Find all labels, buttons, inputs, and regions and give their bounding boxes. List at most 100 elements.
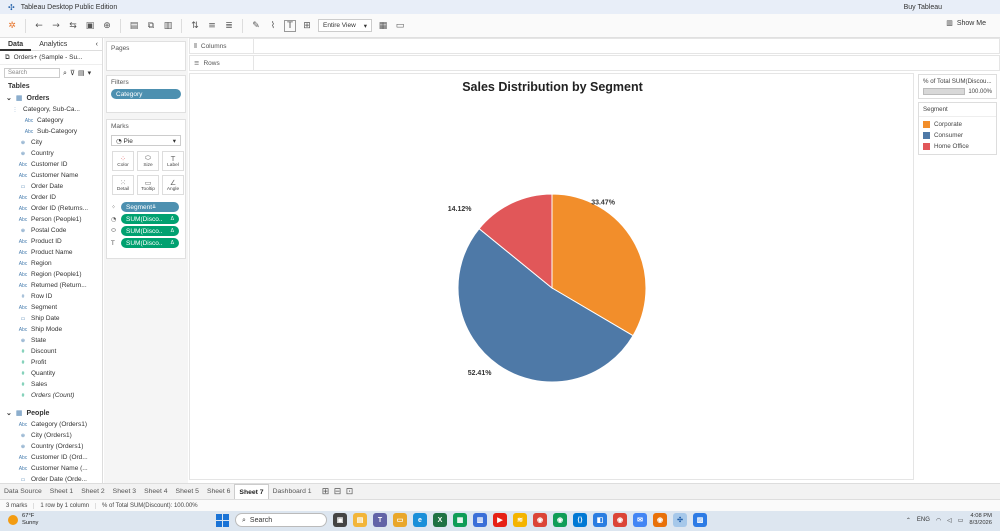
show-labels-icon[interactable]: T (284, 19, 296, 32)
highlight-icon[interactable]: ✎ (250, 20, 262, 32)
field-item[interactable]: Abc Segment (0, 302, 102, 313)
label-button[interactable]: T Label (162, 151, 184, 171)
sort-asc-icon[interactable]: ≡ (206, 20, 218, 32)
filter-fields-icon[interactable]: ⊽ (70, 69, 75, 77)
new-worksheet-icon[interactable]: ▤ (128, 20, 140, 32)
field-item[interactable]: Abc Region (0, 258, 102, 269)
field-item[interactable]: Abc Customer Name (... (0, 463, 102, 474)
save-icon[interactable]: ▣ (84, 20, 96, 32)
legend-item[interactable]: Corporate (919, 119, 996, 130)
angle-button[interactable]: ∠ Angle (162, 175, 184, 195)
field-item[interactable]: Abc Customer ID (Ord... (0, 452, 102, 463)
file-explorer-icon[interactable]: ▤ (353, 513, 367, 527)
field-item[interactable]: ▭ Order Date (0, 181, 102, 192)
mark-type-select[interactable]: ◔ Pie ▾ (111, 135, 181, 146)
tray-chevron-icon[interactable]: ⌃ (906, 517, 911, 524)
folder-icon[interactable]: ▭ (393, 513, 407, 527)
tab-analytics[interactable]: Analytics (31, 38, 75, 51)
field-item[interactable]: ⊕ Country (0, 148, 102, 159)
field-item[interactable]: ⊕ City (0, 137, 102, 148)
sheet-tab[interactable]: Sheet 6 (203, 484, 234, 500)
youtube-icon[interactable]: ▶ (493, 513, 507, 527)
duplicate-sheet-icon[interactable]: ⧉ (145, 20, 157, 32)
field-item[interactable]: Abc Order ID (Returns... (0, 203, 102, 214)
undo-icon[interactable]: ← (33, 20, 45, 32)
presentation-icon[interactable]: ▭ (394, 20, 406, 32)
clock[interactable]: 4:08 PM 8/3/2026 (969, 513, 992, 527)
field-item[interactable]: Abc Category (Orders1) (0, 419, 102, 430)
sheet-tab[interactable]: Sheet 3 (109, 484, 140, 500)
sheet-tab[interactable]: Sheet 7 (234, 483, 269, 500)
mark-field-pill[interactable]: SUM(Disco.. Δ (121, 214, 179, 224)
sheet-tab[interactable]: Sheet 1 (46, 484, 77, 500)
chrome-profile-icon[interactable]: ◉ (553, 513, 567, 527)
tab-data-source[interactable]: Data Source (0, 484, 46, 500)
buy-tableau-link[interactable]: Buy Tableau (904, 4, 942, 11)
clear-sheet-icon[interactable]: ▥ (162, 20, 174, 32)
chrome-icon[interactable]: ◉ (533, 513, 547, 527)
task-view-icon[interactable]: ▣ (333, 513, 347, 527)
battery-icon[interactable]: ▭ (958, 517, 964, 524)
field-item[interactable]: # Row ID (0, 291, 102, 302)
field-item[interactable]: ⊕ State (0, 335, 102, 346)
field-item[interactable]: # Sales (0, 379, 102, 390)
size-button[interactable]: ⬭ Size (137, 151, 159, 171)
replay-icon[interactable]: ⇆ (67, 20, 79, 32)
field-item[interactable]: Abc Order ID (0, 192, 102, 203)
fix-axes-icon[interactable]: ⊞ (301, 20, 313, 32)
table-people[interactable]: ⌄ ▦ People (0, 407, 102, 419)
field-item[interactable]: ⊕ Postal Code (0, 225, 102, 236)
sheet-tab[interactable]: Dashboard 1 (269, 484, 316, 500)
field-item[interactable]: ⊕ Country (Orders1) (0, 441, 102, 452)
volume-icon[interactable]: ◁ (947, 517, 952, 524)
detail-button[interactable]: ⁙ Detail (112, 175, 134, 195)
field-item[interactable]: Abc Person (People1) (0, 214, 102, 225)
windows-start-icon[interactable] (216, 513, 229, 527)
field-item[interactable]: # Profit (0, 357, 102, 368)
view-options-icon[interactable]: ▤ (78, 69, 85, 77)
field-item[interactable]: Abc Category (0, 115, 102, 126)
wifi-icon[interactable]: ◠ (936, 517, 941, 524)
field-item[interactable]: Abc Sub-Category (0, 126, 102, 137)
columns-shelf[interactable]: ⦀ Columns (189, 38, 1000, 54)
legend-item[interactable]: Home Office (919, 141, 996, 152)
field-item[interactable]: ⊕ City (Orders1) (0, 430, 102, 441)
sheet-tab[interactable]: Sheet 4 (140, 484, 171, 500)
vscode-icon[interactable]: ⟨⟩ (573, 513, 587, 527)
field-item[interactable]: # Discount (0, 346, 102, 357)
field-item[interactable]: # Orders (Count) (0, 390, 102, 401)
tab-data[interactable]: Data (0, 38, 32, 51)
teams-icon[interactable]: T (373, 513, 387, 527)
chrome-work-icon[interactable]: ◉ (653, 513, 667, 527)
field-item[interactable]: Abc Ship Mode (0, 324, 102, 335)
new-story-tab-icon[interactable]: ⊡ (344, 486, 356, 498)
weather-widget[interactable]: 67°F Sunny (8, 513, 38, 526)
legend-item[interactable]: Consumer (919, 130, 996, 141)
chrome-alt-icon[interactable]: ◉ (613, 513, 627, 527)
new-worksheet-tab-icon[interactable]: ⊞ (320, 486, 332, 498)
group-icon[interactable]: ⌇ (267, 20, 279, 32)
datasource-item[interactable]: ⧉ Orders+ (Sample - Su... (0, 51, 102, 65)
mark-field-pill[interactable]: SUM(Disco.. Δ (121, 238, 179, 248)
field-item[interactable]: Abc Customer ID (0, 159, 102, 170)
view-canvas[interactable]: Sales Distribution by Segment 33.47% 52.4… (189, 73, 914, 480)
photos-icon[interactable]: ▨ (693, 513, 707, 527)
mark-field-pill[interactable]: Segment ⇊ (121, 202, 179, 212)
tooltip-button[interactable]: ▭ Tooltip (137, 175, 159, 195)
filter-pill-category[interactable]: Category (111, 89, 181, 99)
table-orders[interactable]: ⌄ ▦ Orders (0, 92, 102, 104)
language-indicator[interactable]: ENG (917, 517, 930, 523)
new-datasource-icon[interactable]: ⊕ (101, 20, 113, 32)
field-item[interactable]: # Quantity (0, 368, 102, 379)
edge-icon[interactable]: e (413, 513, 427, 527)
field-item[interactable]: ▭ Ship Date (0, 313, 102, 324)
fit-view-select[interactable]: Entire View ▾ (318, 19, 373, 32)
field-item[interactable]: ▭ Order Date (Orde... (0, 474, 102, 483)
search-icon[interactable]: ⌕ (63, 69, 67, 78)
app-icon[interactable]: ≋ (513, 513, 527, 527)
dropdown-icon[interactable]: ▾ (88, 69, 92, 77)
sheets-icon[interactable]: ▦ (453, 513, 467, 527)
sheet-tab[interactable]: Sheet 2 (77, 484, 108, 500)
show-me-button[interactable]: ▥ Show Me (946, 19, 986, 27)
color-button[interactable]: ⁘ Color (112, 151, 134, 171)
